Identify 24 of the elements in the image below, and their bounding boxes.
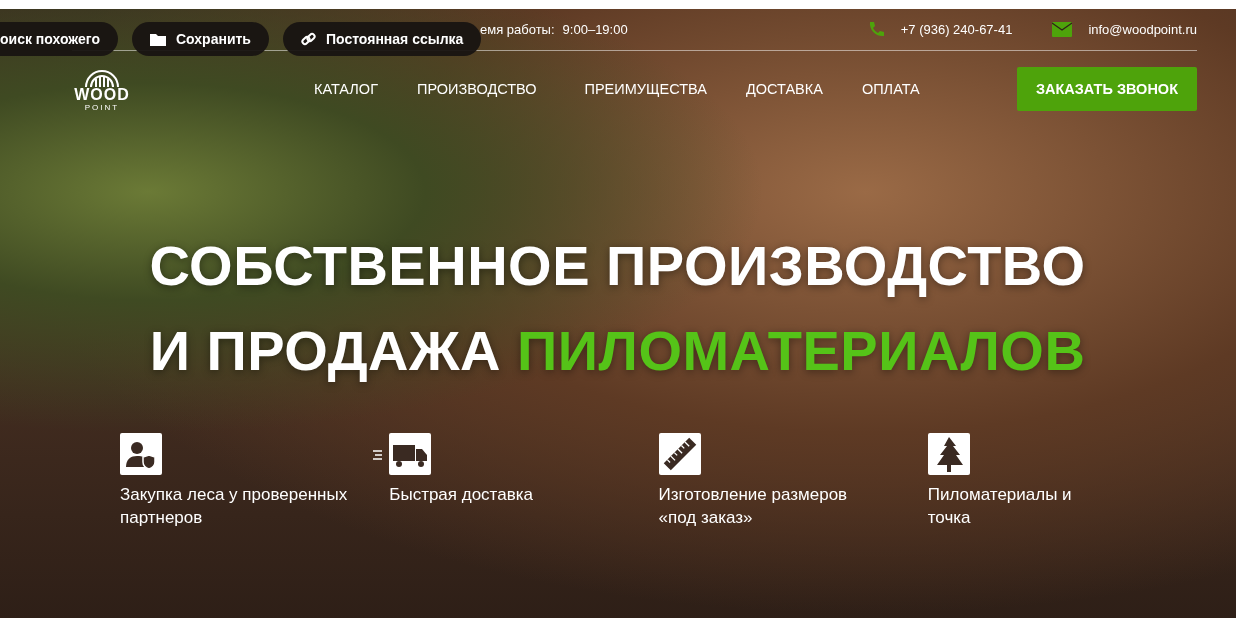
email-link[interactable]: info@woodpoint.ru: [1088, 22, 1197, 37]
feature-text: Быстрая доставка: [389, 484, 534, 506]
logo[interactable]: WOOD POINT: [72, 66, 132, 112]
envelope-icon: [1052, 22, 1073, 37]
search-similar-button[interactable]: оиск похожего: [0, 22, 118, 56]
nav-link[interactable]: ДОСТАВКА: [746, 81, 823, 97]
link-icon: [300, 31, 316, 47]
truck-icon: [373, 433, 432, 475]
feature-text: Закупка леса у проверенных партнеров: [120, 484, 348, 529]
nav-link[interactable]: КАТАЛОГ: [314, 81, 378, 97]
fir-tree-icon: [927, 433, 970, 475]
feature-text: Изготовление размеров «под заказ»: [658, 484, 849, 529]
hours-text: 9:00–19:00: [562, 22, 628, 37]
folder-icon: [150, 32, 166, 46]
phone-number[interactable]: +7 (936) 240-67-41: [900, 22, 1013, 37]
save-button[interactable]: Сохранить: [132, 22, 269, 56]
nav-link[interactable]: ОПЛАТА: [861, 81, 920, 97]
person-shield-icon: [120, 433, 162, 475]
nav-link[interactable]: ПРЕИМУЩЕСТВА: [584, 81, 707, 97]
feature-text: Пиломатериалы и точка: [927, 484, 1073, 529]
hours-label: емя работы:: [480, 22, 555, 37]
ruler-icon: [658, 433, 701, 475]
nav-link[interactable]: ПРОИЗВОДСТВО: [417, 81, 537, 97]
hero-heading: СОБСТВЕННОЕ ПРОИЗВОДСТВО И ПРОДАЖА ПИЛОМАТЕРИАЛОВ: [148, 233, 1087, 384]
